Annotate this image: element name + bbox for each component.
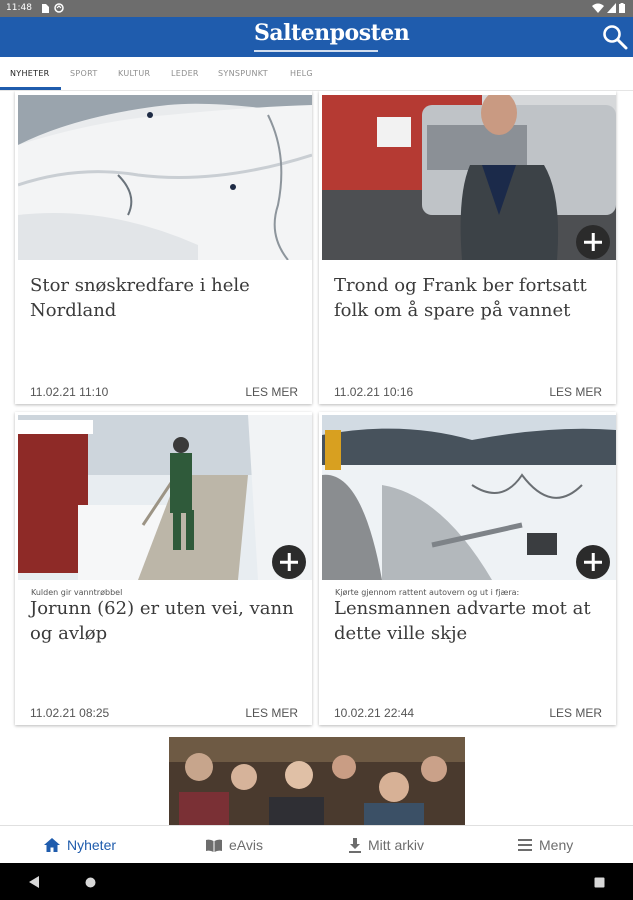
article-headline[interactable]: Jorunn (62) er uten vei, vann og avløp [30,596,300,646]
section-tabs: NYHETER SPORT KULTUR LEDER SYNSPUNKT HEL… [0,57,633,91]
bottom-navigation: Nyheter eAvis Mitt arkiv Meny [0,825,633,863]
article-card[interactable]: Trond og Frank ber fortsatt folk om å sp… [319,91,616,404]
signal-icon [607,3,616,13]
add-to-archive-button[interactable] [272,545,306,579]
battery-icon [619,3,625,13]
nav-label: eAvis [229,837,263,853]
article-image-man-by-car[interactable] [322,95,616,260]
search-icon[interactable] [602,24,628,50]
read-more-link[interactable]: LES MER [549,385,602,399]
news-feed[interactable]: Stor snøskredfare i hele Nordland 11.02.… [0,91,633,825]
article-date: 11.02.21 11:10 [30,385,109,399]
article-headline[interactable]: Stor snøskredfare i hele Nordland [30,273,300,323]
article-headline[interactable]: Lensmannen advarte mot at dette ville sk… [334,596,604,646]
tab-sport[interactable]: SPORT [70,69,98,78]
nav-nyheter[interactable]: Nyheter [44,826,116,864]
nav-mitt-arkiv[interactable]: Mitt arkiv [349,826,424,864]
tab-helg[interactable]: HELG [290,69,313,78]
article-card[interactable]: Stor snøskredfare i hele Nordland 11.02.… [15,91,312,404]
app-logo[interactable]: Saltenposten [254,20,410,46]
logo-underline [254,50,378,52]
sim-card-icon [42,4,49,13]
tab-leder[interactable]: LEDER [171,69,199,78]
download-icon [349,837,361,853]
article-card[interactable]: Kulden gir vanntrøbbel Jorunn (62) er ut… [15,412,312,725]
add-to-archive-button[interactable] [576,545,610,579]
article-date: 10.02.21 22:44 [334,706,415,720]
sync-icon [54,3,64,13]
nav-label: Mitt arkiv [368,837,424,853]
menu-icon [518,839,532,851]
article-headline[interactable]: Trond og Frank ber fortsatt folk om å sp… [334,273,604,323]
read-more-link[interactable]: LES MER [245,706,298,720]
nav-meny[interactable]: Meny [518,826,573,864]
tab-synspunkt[interactable]: SYNSPUNKT [218,69,268,78]
add-to-archive-button[interactable] [576,225,610,259]
tab-nyheter[interactable]: NYHETER [10,69,50,78]
article-date: 11.02.21 08:25 [30,706,110,720]
back-icon[interactable] [29,876,39,888]
active-tab-indicator [0,87,61,90]
tab-kultur[interactable]: KULTUR [118,69,150,78]
advertisement-image[interactable] [169,737,465,825]
article-image-woman-on-bridge[interactable] [18,415,312,580]
nav-label: Nyheter [67,837,117,853]
status-time: 11:48 [6,3,32,13]
home-icon [44,838,60,852]
article-image-avalanche[interactable] [18,95,312,260]
nav-label: Meny [539,837,574,853]
nav-eavis[interactable]: eAvis [206,826,263,864]
article-date: 11.02.21 10:16 [334,385,414,399]
wifi-icon [592,3,604,13]
read-more-link[interactable]: LES MER [549,706,602,720]
read-more-link[interactable]: LES MER [245,385,298,399]
article-image-car-in-fjord[interactable] [322,415,616,580]
app-bar: Saltenposten [0,17,633,57]
article-card[interactable]: Kjørte gjennom rattent autovern og ut i … [319,412,616,725]
recents-icon[interactable] [594,877,605,888]
home-circle-icon[interactable] [85,877,96,888]
status-bar: 11:48 [0,0,633,17]
system-navigation-bar [0,863,633,900]
book-icon [206,839,222,852]
